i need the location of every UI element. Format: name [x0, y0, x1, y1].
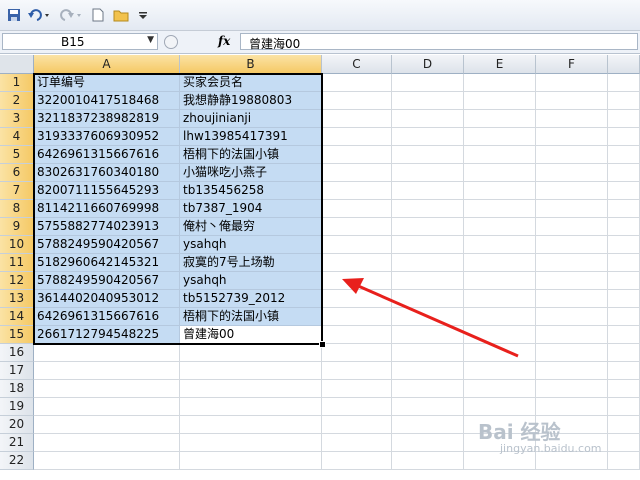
watermark-url: jingyan.baidu.com	[500, 442, 602, 455]
watermark: Bai 经验	[478, 420, 561, 444]
annotation-arrow-icon	[342, 278, 519, 358]
